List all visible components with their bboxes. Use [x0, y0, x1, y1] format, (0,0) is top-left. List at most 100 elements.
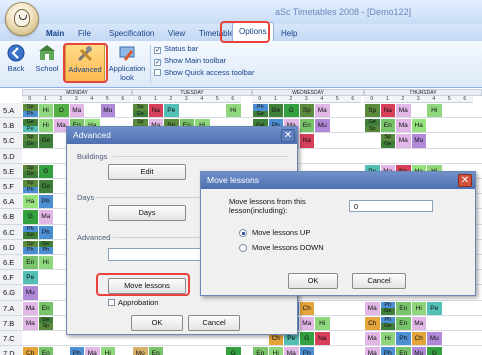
lesson-card[interactable]: Sp: [23, 180, 38, 187]
tab-specification[interactable]: Specification: [103, 27, 160, 41]
class-row-label[interactable]: 6.B: [0, 209, 22, 225]
lesson-card[interactable]: Pe: [164, 104, 179, 118]
lesson-card[interactable]: Sp: [38, 323, 53, 330]
lesson-card[interactable]: Sp: [299, 104, 314, 118]
lesson-card[interactable]: En: [38, 347, 53, 355]
class-row-label[interactable]: 5.E: [0, 163, 22, 179]
lesson-card[interactable]: Ma: [365, 301, 380, 315]
class-row-label[interactable]: 5.B: [0, 118, 22, 134]
lesson-card[interactable]: Ma: [365, 332, 380, 346]
lesson-card[interactable]: Sp: [23, 240, 38, 248]
status-bar-checkbox[interactable]: ✓ Status bar: [154, 44, 198, 54]
lesson-card[interactable]: En: [148, 347, 163, 355]
lesson-card[interactable]: Ma: [396, 119, 411, 133]
lesson-card[interactable]: Ph: [38, 195, 53, 209]
lesson-card[interactable]: Ph: [23, 110, 38, 118]
advanced-field[interactable]: [108, 248, 206, 261]
move-lessons-down-radio[interactable]: [239, 244, 247, 252]
lesson-card[interactable]: En: [380, 119, 395, 133]
lesson-card[interactable]: Ph: [38, 225, 53, 239]
lesson-card[interactable]: Hi: [380, 332, 395, 346]
class-row-label[interactable]: 5.D: [0, 148, 22, 164]
lesson-card[interactable]: Ge: [23, 119, 38, 126]
lesson-card[interactable]: Sp: [365, 125, 380, 133]
lesson-card[interactable]: Mu: [315, 119, 330, 133]
class-row-label[interactable]: 6.C: [0, 224, 22, 240]
lesson-card[interactable]: Mu: [427, 332, 442, 346]
lesson-card[interactable]: Ge: [23, 171, 38, 178]
lesson-card[interactable]: Ma: [365, 347, 380, 355]
lesson-card[interactable]: Ph: [23, 225, 38, 233]
lesson-card[interactable]: Hi: [38, 104, 53, 118]
back-button[interactable]: Back: [3, 43, 29, 83]
ok-button[interactable]: OK: [288, 273, 338, 289]
lesson-card[interactable]: Ha: [23, 195, 38, 209]
lesson-card[interactable]: Sp: [133, 119, 148, 126]
move-lessons-up-radio[interactable]: [239, 229, 247, 237]
lesson-card[interactable]: G: [23, 210, 38, 224]
lesson-card[interactable]: Ph: [253, 104, 268, 111]
close-icon[interactable]: ✕: [281, 129, 295, 142]
lesson-card[interactable]: Hi: [315, 316, 330, 330]
lesson-card[interactable]: Ge: [38, 180, 53, 194]
lesson-card[interactable]: En: [23, 256, 38, 270]
lesson-card[interactable]: En: [396, 316, 411, 330]
lesson-card[interactable]: Na: [380, 104, 395, 118]
class-row-label[interactable]: 7.B: [0, 315, 22, 331]
lesson-card[interactable]: Sp: [23, 134, 38, 141]
lesson-card[interactable]: Mu: [100, 104, 115, 118]
lesson-card[interactable]: Ma: [23, 301, 38, 315]
lesson-card[interactable]: Ma: [284, 347, 299, 355]
lesson-card[interactable]: Mu: [23, 286, 38, 300]
lesson-card[interactable]: Pe: [23, 125, 38, 133]
close-icon[interactable]: ✕: [458, 174, 472, 187]
lesson-card[interactable]: Ge: [253, 110, 268, 118]
tab-main[interactable]: Main: [40, 27, 70, 41]
lesson-card[interactable]: Ph: [380, 301, 395, 309]
lesson-card[interactable]: G: [38, 164, 53, 178]
lesson-card[interactable]: Ph: [380, 316, 395, 324]
class-row-label[interactable]: 6.F: [0, 270, 22, 286]
ok-button[interactable]: OK: [131, 315, 183, 331]
application-menu-button[interactable]: [6, 3, 38, 35]
lesson-card[interactable]: O: [54, 104, 69, 118]
lesson-card[interactable]: G: [226, 347, 241, 355]
class-row-label[interactable]: 6.A: [0, 194, 22, 210]
lesson-card[interactable]: En: [38, 301, 53, 315]
lesson-card[interactable]: Ph: [299, 347, 314, 355]
advanced-button[interactable]: Advanced: [65, 43, 105, 83]
lesson-card[interactable]: Ph: [380, 347, 395, 355]
lesson-card[interactable]: Pe: [23, 271, 38, 285]
class-row-label[interactable]: 5.C: [0, 133, 22, 149]
move-lessons-button[interactable]: Move lessons: [108, 278, 186, 294]
lesson-card[interactable]: G: [299, 332, 314, 346]
lesson-card[interactable]: Ge: [380, 323, 395, 330]
lesson-card[interactable]: Ha: [411, 119, 426, 133]
lesson-card[interactable]: Ge: [380, 308, 395, 315]
lesson-card[interactable]: Ma: [85, 347, 100, 355]
lesson-card[interactable]: Na: [148, 104, 163, 118]
lesson-card[interactable]: Ge: [23, 140, 38, 148]
lesson-card[interactable]: En: [253, 347, 268, 355]
class-row-label[interactable]: 6.G: [0, 285, 22, 301]
tab-help[interactable]: Help: [275, 27, 303, 41]
lesson-card[interactable]: Na: [315, 332, 330, 346]
lesson-card[interactable]: Ma: [299, 316, 314, 330]
lesson-card[interactable]: Ma: [396, 104, 411, 118]
cancel-button[interactable]: Cancel: [188, 315, 240, 331]
lesson-card[interactable]: Ge: [365, 119, 380, 126]
show-quick-access-checkbox[interactable]: Show Quick access toolbar: [154, 68, 254, 78]
lesson-card[interactable]: Ma: [69, 104, 84, 118]
lesson-card[interactable]: Ge: [38, 240, 53, 248]
lesson-card[interactable]: Ge: [38, 316, 53, 324]
school-button[interactable]: School: [30, 43, 64, 83]
lesson-card[interactable]: Ge: [268, 104, 283, 118]
lesson-card[interactable]: Ma: [411, 316, 426, 330]
lesson-card[interactable]: Ph: [38, 247, 53, 254]
lesson-card[interactable]: En: [396, 301, 411, 315]
lesson-card[interactable]: G: [427, 347, 442, 355]
lesson-card[interactable]: Ph: [23, 186, 38, 194]
move-from-input[interactable]: 0: [349, 200, 433, 212]
lesson-card[interactable]: En: [396, 347, 411, 355]
lesson-card[interactable]: Hi: [38, 119, 53, 133]
